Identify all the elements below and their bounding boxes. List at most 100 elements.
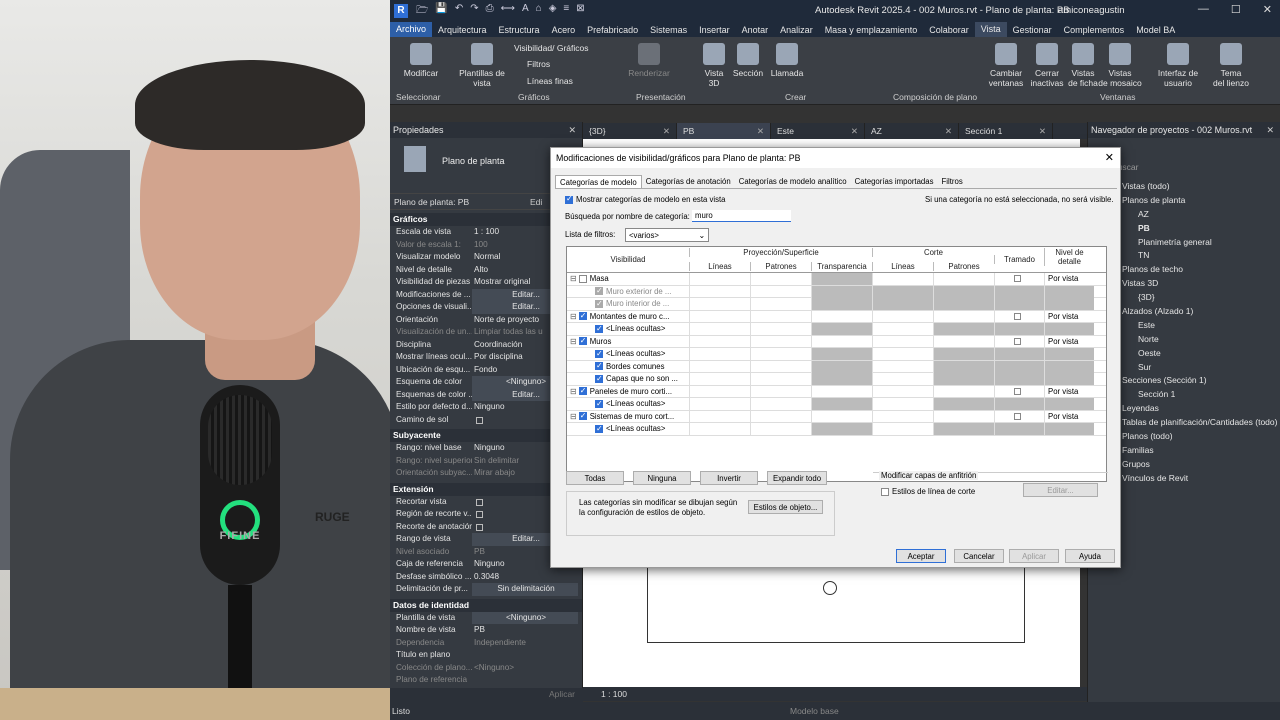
override-cell[interactable] xyxy=(1044,373,1094,385)
thin-lines-button[interactable]: Líneas finas xyxy=(527,76,573,86)
detail-level-value[interactable]: Por vista xyxy=(1048,273,1078,285)
visibility-checkbox[interactable] xyxy=(578,274,587,283)
expand-all-button[interactable]: Expandir todo xyxy=(767,471,827,485)
3d-icon[interactable]: ⌂ xyxy=(536,3,542,20)
category-cell[interactable]: Capas que no son ... xyxy=(595,373,678,385)
ribbon-tab-prefabricado[interactable]: Prefabricado xyxy=(581,25,644,35)
close-icon[interactable]: ✕ xyxy=(851,123,858,139)
object-styles-button[interactable]: Estilos de objeto... xyxy=(748,500,823,514)
apply-button[interactable]: Aplicar xyxy=(1009,549,1059,563)
override-cell[interactable] xyxy=(811,398,872,410)
ribbon-tab-analizar[interactable]: Analizar xyxy=(774,25,819,35)
close-icon[interactable]: ✕ xyxy=(1266,122,1274,138)
visibility-checkbox[interactable] xyxy=(595,398,603,410)
collapse-icon[interactable]: ⊟ xyxy=(570,337,579,346)
halftone-checkbox[interactable] xyxy=(1014,312,1021,320)
minimize-icon[interactable]: — xyxy=(1198,3,1209,16)
filters-button[interactable]: Filtros xyxy=(527,59,550,69)
override-cell[interactable] xyxy=(1044,298,1094,310)
show-model-checkbox[interactable] xyxy=(565,194,573,204)
ribbon-tab-complementos[interactable]: Complementos xyxy=(1058,25,1131,35)
visibility-checkbox[interactable] xyxy=(578,310,587,322)
3d-view-button[interactable]: Vista 3D xyxy=(701,43,727,88)
override-cell[interactable] xyxy=(811,423,872,435)
override-cell[interactable] xyxy=(689,335,750,348)
table-row[interactable]: <Líneas ocultas> xyxy=(567,423,1106,436)
user-interface-button[interactable]: Interfaz de usuario xyxy=(1154,43,1202,88)
ribbon-tab-anotar[interactable]: Anotar xyxy=(736,25,775,35)
category-cell[interactable]: <Líneas ocultas> xyxy=(595,323,665,335)
property-checkbox[interactable] xyxy=(476,511,483,518)
override-cell[interactable] xyxy=(811,298,872,310)
visibility-checkbox[interactable] xyxy=(595,348,603,360)
override-cell[interactable] xyxy=(689,373,750,385)
override-cell[interactable] xyxy=(750,273,811,285)
category-cell[interactable]: ⊟ Montantes de muro c... xyxy=(570,310,669,323)
close-icon[interactable]: ✕ xyxy=(1039,123,1046,139)
view-tab[interactable]: PB ✕ xyxy=(677,123,771,139)
table-row[interactable]: <Líneas ocultas> xyxy=(567,348,1106,361)
override-cell[interactable] xyxy=(933,335,994,348)
view-templates-button[interactable]: Plantillas de vista xyxy=(456,43,508,88)
override-cell[interactable] xyxy=(1044,360,1094,373)
visibility-checkbox[interactable] xyxy=(595,423,603,435)
override-cell[interactable] xyxy=(872,273,933,285)
override-cell[interactable] xyxy=(933,285,994,298)
override-cell[interactable] xyxy=(933,348,994,360)
override-cell[interactable] xyxy=(689,310,750,323)
table-row[interactable]: Bordes comunes xyxy=(567,360,1106,373)
cut-line-styles-checkbox[interactable] xyxy=(881,487,889,496)
override-cell[interactable] xyxy=(689,410,750,423)
override-cell[interactable] xyxy=(1044,423,1094,435)
override-cell[interactable] xyxy=(750,285,811,298)
visibility-checkbox[interactable] xyxy=(595,373,603,385)
visibility-checkbox[interactable] xyxy=(578,385,587,397)
properties-section-header[interactable]: Datos de identidad xyxy=(390,598,582,612)
design-option[interactable]: Modelo base xyxy=(790,702,839,720)
halftone-checkbox[interactable] xyxy=(1014,337,1021,345)
col-visibility[interactable]: Visibilidad xyxy=(567,255,689,264)
halftone-checkbox[interactable] xyxy=(1014,275,1021,282)
override-cell[interactable] xyxy=(811,385,872,398)
close-hidden-icon[interactable]: ⊠ xyxy=(576,3,584,20)
override-cell[interactable] xyxy=(994,398,1044,410)
ribbon-tab-acero[interactable]: Acero xyxy=(546,25,582,35)
override-cell[interactable] xyxy=(872,423,933,435)
override-cell[interactable] xyxy=(933,423,994,435)
detail-level-value[interactable]: Por vista xyxy=(1048,336,1078,348)
property-checkbox[interactable] xyxy=(476,523,483,531)
halftone-checkbox[interactable] xyxy=(1014,412,1021,420)
text-icon[interactable]: A xyxy=(522,3,529,20)
override-cell[interactable] xyxy=(750,323,811,335)
override-cell[interactable] xyxy=(750,310,811,323)
table-row[interactable]: ⊟ Masa Por vista xyxy=(567,273,1106,286)
category-cell[interactable]: Muro exterior de ... xyxy=(595,285,671,298)
ribbon-tab-sistemas[interactable]: Sistemas xyxy=(644,25,693,35)
override-cell[interactable] xyxy=(872,310,933,323)
override-cell[interactable] xyxy=(933,385,994,398)
close-icon[interactable]: ✕ xyxy=(757,123,764,139)
select-all-button[interactable]: Todas xyxy=(566,471,624,485)
category-search-input[interactable]: muro xyxy=(692,210,791,222)
category-cell[interactable]: ⊟ Sistemas de muro cort... xyxy=(570,410,674,423)
override-cell[interactable] xyxy=(689,398,750,410)
user-name[interactable]: amiconeagustin xyxy=(1058,5,1125,16)
override-cell[interactable] xyxy=(689,285,750,298)
override-cell[interactable] xyxy=(811,310,872,323)
category-cell[interactable]: <Líneas ocultas> xyxy=(595,348,665,360)
switch-windows-button[interactable]: Cambiar ventanas xyxy=(986,43,1026,88)
dialog-tab[interactable]: Categorías importadas xyxy=(851,175,938,189)
category-cell[interactable]: <Líneas ocultas> xyxy=(595,423,665,435)
override-cell[interactable] xyxy=(689,348,750,360)
table-row[interactable]: ⊟ Paneles de muro corti... Por vista xyxy=(567,385,1106,398)
property-edit-button[interactable]: Sin delimitación xyxy=(472,583,578,596)
category-cell[interactable]: ⊟ Paneles de muro corti... xyxy=(570,385,672,398)
override-cell[interactable] xyxy=(872,360,933,373)
override-cell[interactable] xyxy=(1044,285,1094,298)
override-cell[interactable] xyxy=(872,298,933,310)
select-none-button[interactable]: Ninguna xyxy=(633,471,691,485)
close-icon[interactable]: ✕ xyxy=(568,122,576,138)
visibility-graphics-button[interactable]: Visibilidad/ Gráficos xyxy=(514,43,589,53)
select-dropdown[interactable]: Seleccionar xyxy=(396,92,440,102)
browser-search[interactable]: Buscar xyxy=(1112,162,1276,176)
